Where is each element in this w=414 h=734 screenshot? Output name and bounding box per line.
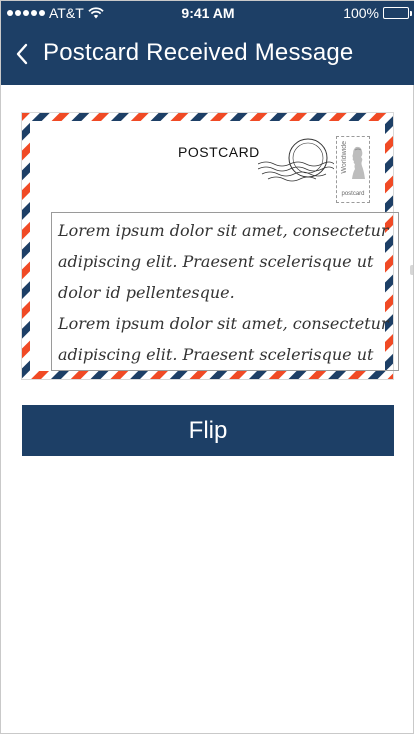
screen: AT&T 9:41 AM 100% Postcard Received Mess… (0, 0, 414, 734)
stamp-label: postcard (341, 191, 365, 197)
flip-button[interactable]: Flip (22, 405, 394, 456)
queen-profile-icon (352, 146, 365, 179)
postmark-icon (258, 138, 334, 182)
header: AT&T 9:41 AM 100% Postcard Received Mess… (1, 1, 414, 85)
battery-percent: 100% (343, 5, 379, 21)
page-title: Postcard Received Message (43, 39, 354, 66)
status-bar: AT&T 9:41 AM 100% (1, 1, 414, 25)
battery-icon (383, 7, 412, 19)
message-box: Lorem ipsum dolor sit amet, consectetur … (51, 212, 399, 371)
postcard: POSTCARD Worldwide postcard Lorem ipsum … (21, 112, 399, 380)
scroll-indicator (410, 265, 413, 275)
navigation-bar: Postcard Received Message (1, 29, 414, 81)
postcard-title: POSTCARD (178, 144, 260, 160)
chevron-left-icon (16, 43, 28, 65)
stamp: Worldwide postcard (336, 136, 370, 203)
postcard-body: POSTCARD Worldwide postcard Lorem ipsum … (30, 121, 399, 371)
postcard-message: Lorem ipsum dolor sit amet, consectetur … (58, 221, 389, 364)
back-button[interactable] (15, 39, 39, 69)
status-right: 100% (343, 5, 412, 21)
stamp-text: Worldwide (341, 141, 348, 174)
